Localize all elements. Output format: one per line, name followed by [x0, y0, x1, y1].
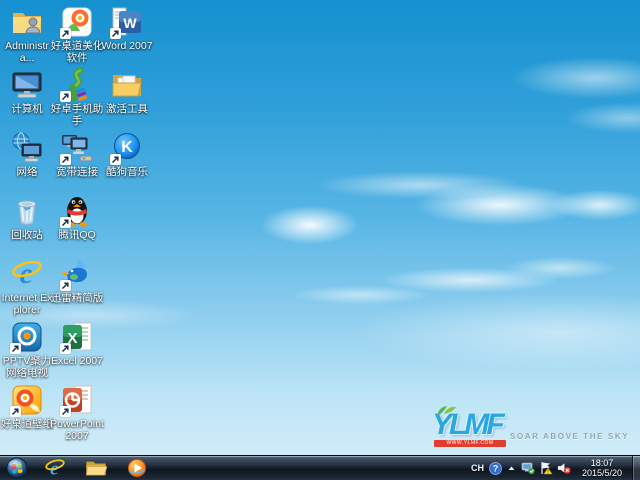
ylmf-logo-text: YLMF: [432, 408, 505, 441]
icon-label: Internet Explorer: [1, 292, 53, 316]
desktop-icon-haozhuodao-wallpaper[interactable]: 好桌道壁纸: [1, 383, 53, 430]
recycle-icon: [10, 194, 44, 228]
shortcut-arrow-icon: [60, 154, 71, 165]
icon-label: 酷狗音乐: [106, 166, 148, 178]
icon-label: 网络: [16, 166, 38, 178]
shortcut-arrow-icon: [60, 280, 71, 291]
windows-logo-icon: [6, 457, 28, 479]
word-icon: W: [110, 5, 144, 39]
shortcut-arrow-icon: [60, 28, 71, 39]
ylmf-watermark: YLMF WWW.YLMF.COM SOAR ABOVE THE SKY: [432, 406, 628, 452]
taskbar: e CH ? ! 18:07 2015/5/20: [0, 455, 640, 480]
desktop-icon-haozhuo-phone-assistant[interactable]: 好卓手机助手: [51, 68, 103, 127]
icon-label: PowerPoint 2007: [50, 418, 104, 442]
desktop-icon-activation-tools[interactable]: 激活工具: [101, 68, 153, 115]
action-center-flag-icon[interactable]: !: [539, 460, 553, 476]
icon-label: 好卓手机助手: [50, 103, 104, 127]
shortcut-arrow-icon: [60, 406, 71, 417]
clock-date: 2015/5/20: [581, 468, 622, 478]
clock-time: 18:07: [590, 458, 614, 468]
computer-icon: [10, 68, 44, 102]
desktop-icon-powerpoint-2007[interactable]: PowerPoint 2007: [50, 383, 104, 442]
desktop-icon-tencent-qq[interactable]: 腾讯QQ: [51, 194, 103, 241]
svg-text:!: !: [547, 470, 549, 475]
pptv-icon: [10, 320, 44, 354]
shortcut-arrow-icon: [110, 154, 121, 165]
show-hidden-icons-button[interactable]: [507, 460, 517, 476]
shortcut-arrow-icon: [110, 28, 121, 39]
shortcut-arrow-icon: [10, 406, 21, 417]
desktop-icon-xunlei-lite[interactable]: 迅雷精简版: [51, 257, 103, 304]
shortcut-arrow-icon: [60, 217, 71, 228]
flower-icon: [60, 5, 94, 39]
folder-user-icon: [10, 5, 44, 39]
svg-text:K: K: [121, 139, 133, 156]
shortcut-arrow-icon: [60, 91, 71, 102]
language-indicator[interactable]: CH: [470, 463, 485, 473]
taskbar-item-windows-explorer[interactable]: [84, 457, 108, 479]
ie-icon: e: [10, 257, 44, 291]
icon-label: 腾讯QQ: [58, 229, 96, 241]
desktop-icon-word-2007[interactable]: W Word 2007: [101, 5, 153, 52]
desktop-icon-internet-explorer[interactable]: e Internet Explorer: [1, 257, 53, 316]
icon-label: 迅雷精简版: [50, 292, 104, 304]
icon-label: 激活工具: [106, 103, 148, 115]
system-tray: CH ? ! 18:07 2015/5/20: [470, 456, 640, 480]
icon-label: 宽带连接: [56, 166, 98, 178]
icon-label: Word 2007: [101, 40, 153, 52]
desktop-icon-excel-2007[interactable]: X Excel 2007: [51, 320, 103, 367]
desktop-icon-broadband-connection[interactable]: 宽带连接: [51, 131, 103, 178]
desktop-icon-kugou-music[interactable]: K 酷狗音乐: [101, 131, 153, 178]
ribbon-icon: [60, 68, 94, 102]
folder-files-icon: [110, 68, 144, 102]
desktop-icon-network[interactable]: 网络: [1, 131, 53, 178]
desktop-icon-recycle-bin[interactable]: 回收站: [1, 194, 53, 241]
excel-icon: X: [60, 320, 94, 354]
taskbar-item-internet-explorer[interactable]: e: [43, 457, 67, 479]
taskbar-item-windows-media-player[interactable]: [125, 457, 149, 479]
qq-icon: [60, 194, 94, 228]
ppt-icon: [60, 383, 94, 417]
xunlei-icon: [60, 257, 94, 291]
kugou-icon: K: [110, 131, 144, 165]
icon-label: PPTV聚力 网络电视: [2, 355, 52, 379]
svg-text:?: ?: [493, 463, 499, 473]
icon-label: 好桌道壁纸: [0, 418, 54, 430]
volume-muted-icon[interactable]: [557, 460, 571, 476]
flower2-icon: [10, 383, 44, 417]
show-desktop-button[interactable]: [632, 456, 640, 480]
taskbar-pinned-items: e: [43, 457, 149, 479]
icon-label: Administra...: [5, 40, 49, 64]
desktop-icon-pptv[interactable]: PPTV聚力 网络电视: [1, 320, 53, 379]
network-status-icon[interactable]: [521, 460, 535, 476]
network-icon: [10, 131, 44, 165]
ylmf-url: WWW.YLMF.COM: [434, 440, 506, 447]
broadband-icon: [60, 131, 94, 165]
shortcut-arrow-icon: [60, 343, 71, 354]
icon-label: 好桌道美化软件: [50, 40, 104, 64]
icon-label: 回收站: [11, 229, 43, 241]
windows7-desktop: Administra... 好桌道美化软件 W Word 2007 计算机 好卓手机助手激…: [0, 0, 640, 480]
icon-label: 计算机: [11, 103, 43, 115]
ime-help-icon[interactable]: ?: [489, 460, 503, 476]
start-button[interactable]: [5, 456, 29, 480]
icon-label: Excel 2007: [51, 355, 103, 367]
desktop-icon-administrator[interactable]: Administra...: [1, 5, 53, 64]
desktop-icon-computer[interactable]: 计算机: [1, 68, 53, 115]
svg-text:W: W: [123, 15, 137, 31]
ylmf-slogan: SOAR ABOVE THE SKY: [510, 432, 630, 441]
desktop-icon-haozhuodao-beautify[interactable]: 好桌道美化软件: [51, 5, 103, 64]
clock[interactable]: 18:07 2015/5/20: [578, 458, 626, 478]
shortcut-arrow-icon: [10, 343, 21, 354]
